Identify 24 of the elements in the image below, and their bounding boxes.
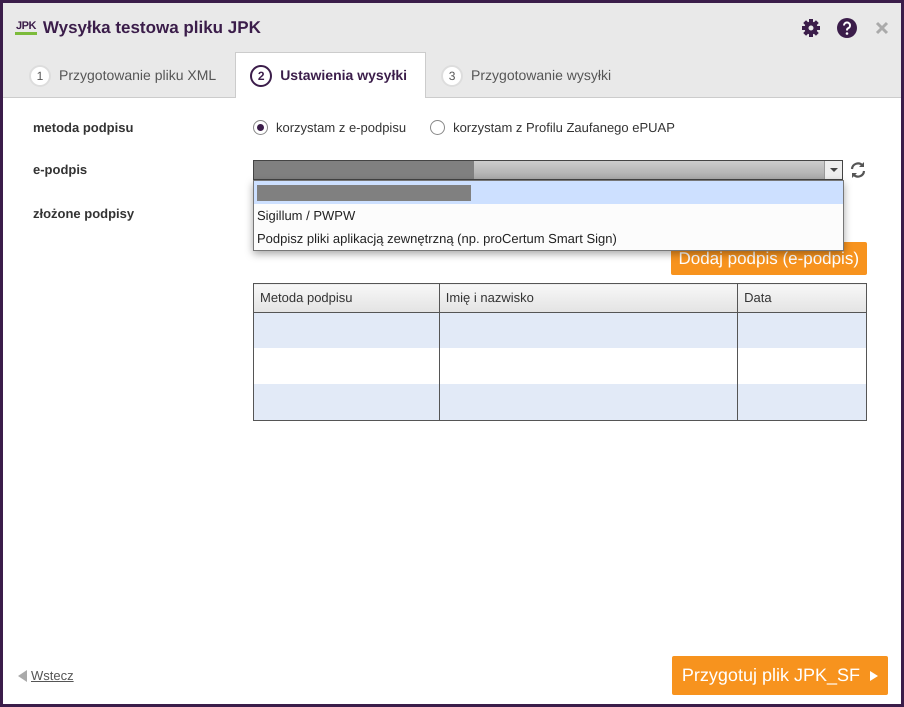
caret-icon: [830, 168, 838, 172]
tab[interactable]: 1 Przygotowanie pliku XML: [14, 52, 236, 98]
column-header: Metoda podpisu: [254, 284, 440, 312]
dropdown-option[interactable]: Sigillum / PWPW: [254, 204, 843, 227]
tab[interactable]: 2 Ustawienia wysyłki: [235, 52, 426, 98]
step-number: 1: [29, 64, 51, 86]
triangle-left-icon: [18, 670, 27, 682]
step-number: 2: [250, 64, 272, 86]
radio-option[interactable]: korzystam z e-podpisu: [253, 118, 406, 138]
select-field[interactable]: [253, 160, 843, 180]
step-number: 3: [441, 64, 464, 86]
back-link[interactable]: Wstecz: [31, 666, 74, 686]
column-header: Imię i nazwisko: [439, 284, 738, 312]
tab[interactable]: 3 Przygotowanie wysyłki: [426, 52, 630, 98]
help-icon[interactable]: [837, 18, 857, 38]
field-label: e-podpis: [33, 160, 88, 179]
window-title: Wysyłka testowa pliku JPK: [42, 16, 261, 39]
radio-option[interactable]: korzystam z Profilu Zaufanego ePUAP: [430, 118, 675, 138]
refresh-icon[interactable]: [849, 160, 867, 178]
settings-icon[interactable]: [801, 18, 821, 38]
field-label: metoda podpisu: [33, 119, 134, 137]
column-header: Data: [738, 284, 866, 312]
triangle-right-icon: [870, 670, 878, 680]
field-label: złożone podpisy: [33, 204, 136, 223]
